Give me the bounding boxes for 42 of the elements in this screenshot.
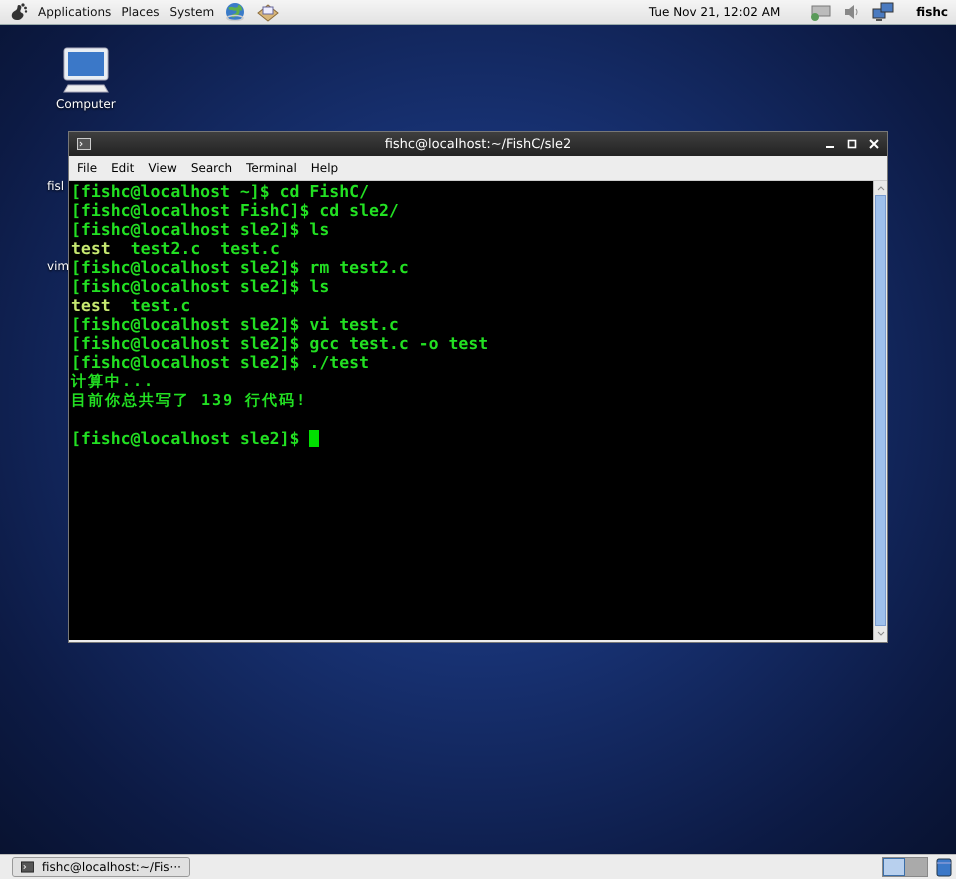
- close-icon[interactable]: [869, 139, 879, 149]
- user-name[interactable]: fishc: [916, 5, 948, 19]
- desktop-icon-label[interactable]: Computer: [56, 97, 116, 111]
- menu-item[interactable]: View: [148, 161, 177, 175]
- panel-menu[interactable]: Places: [121, 5, 160, 19]
- clock[interactable]: Tue Nov 21, 12:02 AM: [648, 5, 780, 19]
- terminal-text: test: [71, 296, 111, 315]
- terminal-text: [fishc@localhost ~]$ cd FishC/: [71, 182, 370, 201]
- terminal-text: test.c: [220, 239, 280, 258]
- desktop-icon-label[interactable]: fisl: [47, 179, 64, 193]
- terminal-text: 计算中...: [71, 372, 156, 391]
- menu-item[interactable]: File: [77, 161, 98, 175]
- terminal-text: [fishc@localhost sle2]$ rm test2.c: [71, 258, 409, 277]
- menu-item[interactable]: Edit: [111, 161, 134, 175]
- terminal-text: [fishc@localhost sle2]$ vi test.c: [71, 315, 399, 334]
- menu-item[interactable]: Terminal: [246, 161, 297, 175]
- workspace-button[interactable]: [883, 858, 905, 876]
- terminal-text: [fishc@localhost sle2]$ ls: [71, 220, 330, 239]
- terminal-text: [fishc@localhost sle2]$ ./test: [71, 353, 370, 372]
- globe-icon[interactable]: [224, 1, 246, 23]
- panel-menu[interactable]: Applications: [38, 5, 112, 19]
- terminal-icon: [77, 138, 91, 150]
- terminal-text: test2.c: [130, 239, 200, 258]
- terminal-text: 目前你总共写了 139 行代码!: [71, 391, 308, 410]
- menu-item[interactable]: Help: [310, 161, 338, 175]
- terminal-text: test.c: [130, 296, 190, 315]
- terminal-icon: [21, 861, 34, 873]
- computer-icon[interactable]: [62, 47, 110, 93]
- trash-icon[interactable]: [936, 857, 952, 877]
- desktop-icon-label[interactable]: vim: [47, 259, 70, 273]
- taskbar-button[interactable]: fishc@localhost:~/Fis···: [12, 857, 190, 877]
- terminal-text: [fishc@localhost FishC]$ cd sle2/: [71, 201, 399, 220]
- monitors-icon[interactable]: [872, 1, 896, 23]
- terminal-text: [fishc@localhost sle2]$ ls: [71, 277, 330, 296]
- terminal-text: [fishc@localhost sle2]$ gcc test.c -o test: [71, 334, 488, 353]
- panel-menu[interactable]: System: [169, 5, 214, 19]
- maximize-icon[interactable]: [847, 139, 857, 149]
- terminal-text: test: [71, 239, 111, 258]
- window-title: fishc@localhost:~/FishC/sle2: [384, 136, 572, 152]
- scrollbar[interactable]: [873, 181, 887, 640]
- menu-item[interactable]: Search: [190, 161, 232, 175]
- terminal-text: [fishc@localhost sle2]$: [71, 429, 300, 448]
